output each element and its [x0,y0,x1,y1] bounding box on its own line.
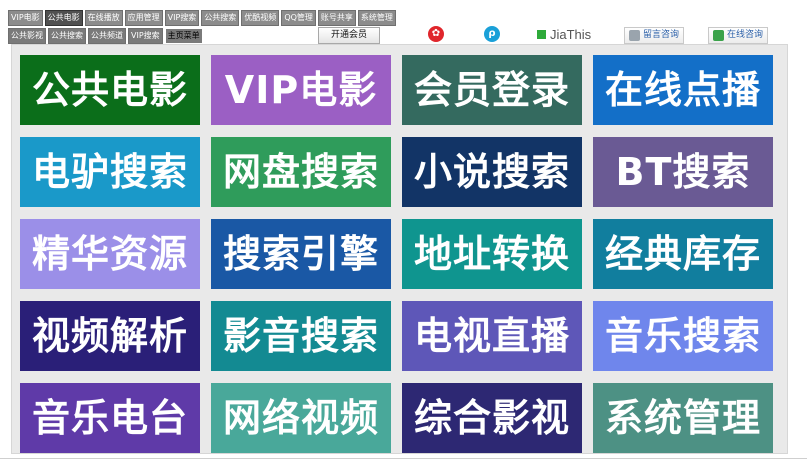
nav-tab[interactable]: 在线播放 [84,10,123,26]
menu-tile[interactable]: 经典库存 [593,219,773,289]
nav-tab[interactable]: 账号共享 [317,10,356,26]
share-circle-icon[interactable]: ρ [484,26,500,42]
menu-tile[interactable]: 小说搜索 [402,137,582,207]
jiathis-icon [537,29,546,39]
nav-tab[interactable]: 公共电影 [44,10,83,26]
subnav-tab[interactable]: 主页菜单 [164,28,203,44]
menu-tile[interactable]: 电驴搜索 [20,137,200,207]
weibo-icon[interactable]: ✿ [428,26,444,42]
primary-nav: VIP电影 公共电影 在线播放 应用管理 VIP搜索 公共搜索 优酷视频 QQ管理 账号共享 系统… [8,10,396,26]
menu-tile[interactable]: 网盘搜索 [211,137,391,207]
menu-tile[interactable]: 视频解析 [20,301,200,371]
message-consult-button[interactable]: 留言咨询 [624,27,685,44]
menu-tile[interactable]: 在线点播 [593,55,773,125]
nav-tab[interactable]: VIP搜索 [164,10,200,26]
menu-tile[interactable]: 网络视频 [211,383,391,453]
nav-tab[interactable]: 系统管理 [357,10,396,26]
menu-tile[interactable]: BT搜索 [593,137,773,207]
nav-tab[interactable]: VIP电影 [8,10,43,26]
subnav-tab[interactable]: VIP搜索 [128,28,163,44]
subnav-tab[interactable]: 公共影视 [8,28,46,44]
menu-tile[interactable]: 精华资源 [20,219,200,289]
menu-tile[interactable]: 音乐电台 [20,383,200,453]
menu-tile[interactable]: 搜索引擎 [211,219,391,289]
jiathis-share[interactable]: JiaThis [537,26,591,42]
nav-tab[interactable]: QQ管理 [281,10,316,26]
nav-tab[interactable]: 公共搜索 [201,10,240,26]
online-consult-button[interactable]: 在线咨询 [708,27,769,44]
menu-tile[interactable]: 会员登录 [402,55,582,125]
jiathis-label: JiaThis [550,26,592,42]
open-member-button[interactable]: 开通会员 [318,27,380,44]
subnav-tab[interactable]: 公共频道 [88,28,126,44]
secondary-nav: 公共影视 公共搜索 公共频道 VIP搜索 主页菜单 [8,28,203,44]
online-consult-label: 在线咨询 [727,30,764,40]
menu-tile[interactable]: 公共电影 [20,55,200,125]
tile-board: 公共电影 VIP电影 会员登录 在线点播电驴搜索 网盘搜索 小说搜索 BT搜索精华资源 搜索引… [11,44,788,454]
subnav-tab[interactable]: 公共搜索 [48,28,86,44]
bottom-divider [0,458,807,459]
nav-tab[interactable]: 优酷视频 [241,10,280,26]
message-consult-label: 留言咨询 [643,30,680,40]
nav-tab[interactable]: 应用管理 [124,10,163,26]
menu-tile[interactable]: 音乐搜索 [593,301,773,371]
menu-tile[interactable]: 综合影视 [402,383,582,453]
menu-tile[interactable]: 地址转换 [402,219,582,289]
menu-tile[interactable]: 电视直播 [402,301,582,371]
menu-tile[interactable]: 系统管理 [593,383,773,453]
top-toolbar: VIP电影 公共电影 在线播放 应用管理 VIP搜索 公共搜索 优酷视频 QQ管理 账号共享 系统… [0,0,807,44]
printer-icon [629,30,640,41]
menu-tile[interactable]: VIP电影 [211,55,391,125]
chat-icon [713,30,724,41]
menu-tile[interactable]: 影音搜索 [211,301,391,371]
